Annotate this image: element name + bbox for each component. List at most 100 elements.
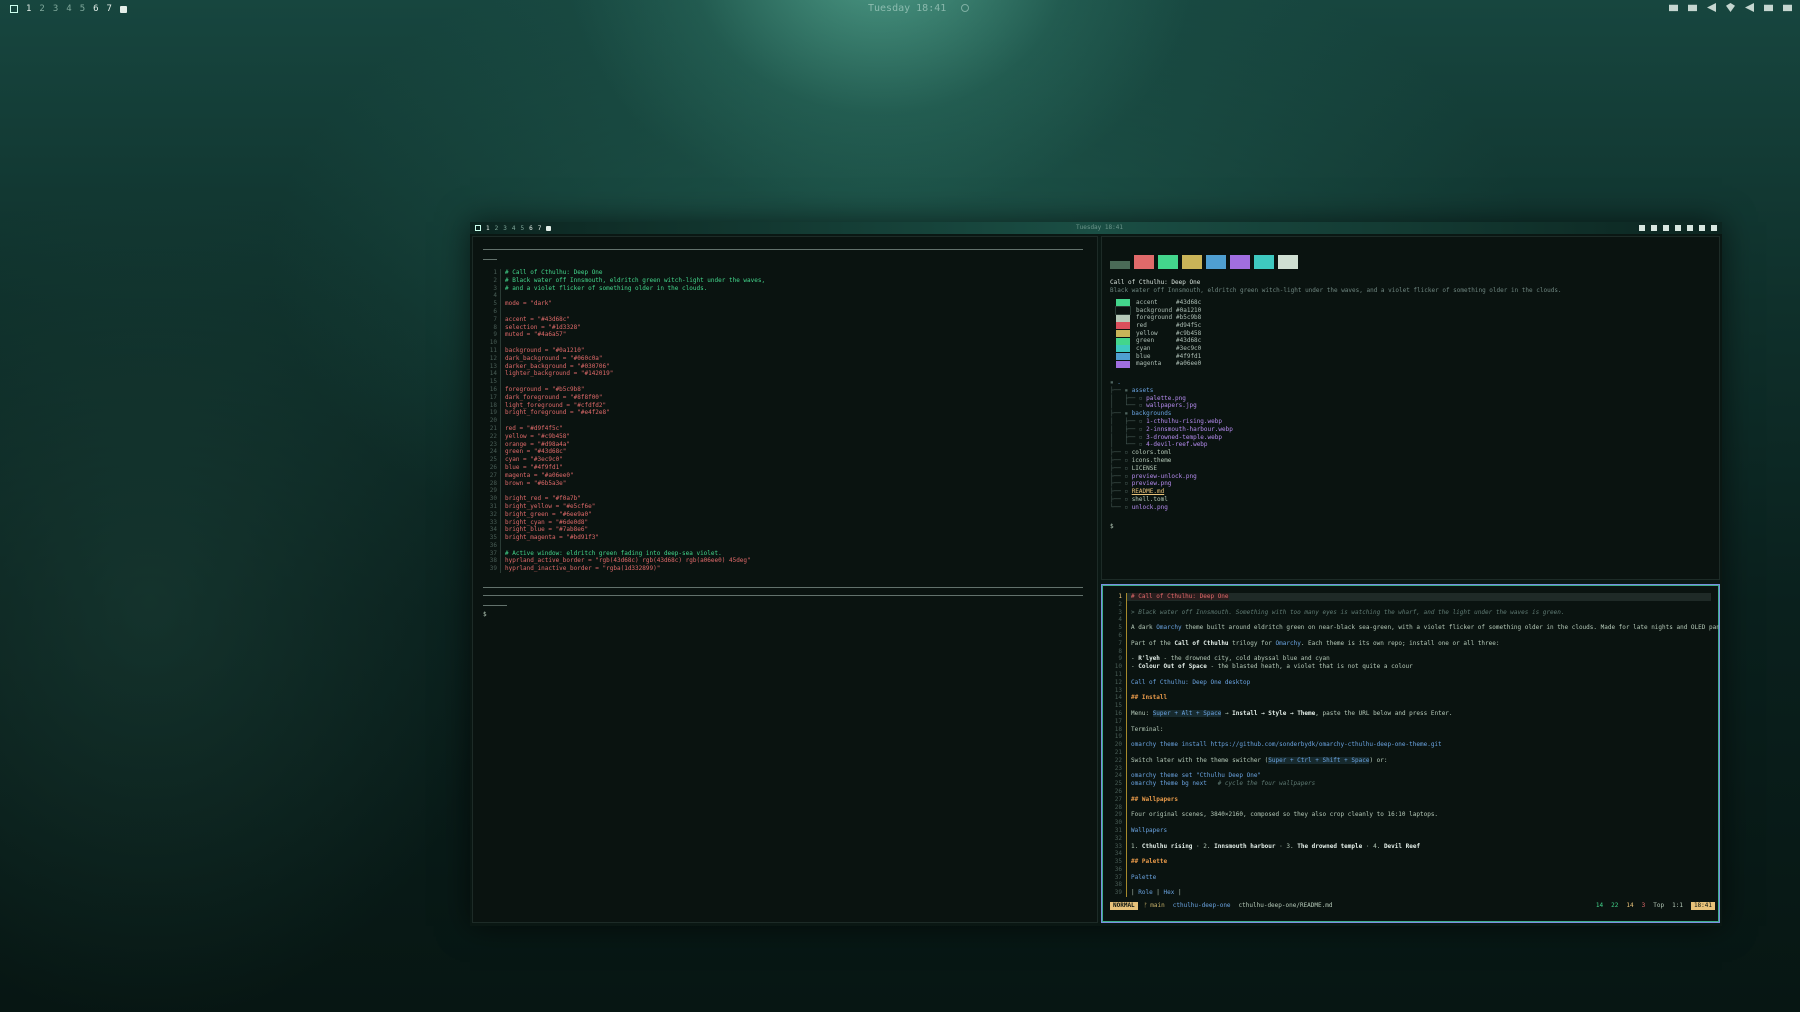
terminal-palette-preview[interactable]: Call of Cthulhu: Deep One Black water of… — [1101, 236, 1720, 580]
line-number: 2 — [1118, 600, 1122, 608]
line-number: 38 — [489, 557, 497, 565]
tree-entry[interactable]: ├── ▫ colors.toml — [1110, 449, 1233, 457]
tree-entry[interactable]: │ ├── ▫ 1-cthulhu-rising.webp — [1110, 418, 1233, 426]
code-line: 33 bright_cyan = "#6de0d8" — [483, 518, 765, 527]
line-number: 8 — [1118, 647, 1122, 655]
tree-branch: ├── ▪ — [1110, 410, 1132, 418]
line-text: light_foreground = "#cfdfd2" — [500, 401, 606, 410]
workspace-3[interactable]: 3 — [53, 4, 58, 14]
line-number: 38 — [1114, 881, 1122, 889]
cloud-icon[interactable] — [1688, 4, 1697, 12]
line-text: lighter_background = "#142019" — [500, 370, 613, 379]
palette-role: background — [1136, 306, 1173, 314]
tree-entry[interactable]: ├── ▫ shell.toml — [1110, 496, 1233, 504]
inner-workspace-2[interactable]: 2 — [495, 225, 499, 232]
inner-workspace-7[interactable]: 7 — [538, 225, 542, 232]
line-number: 25 — [1114, 780, 1122, 788]
tree-entry[interactable]: ├── ▫ LICENSE — [1110, 465, 1233, 473]
inner-workspace-6[interactable]: 6 — [529, 225, 533, 232]
workspace-7[interactable]: 7 — [107, 4, 112, 14]
top-bar: 1 2 3 4 5 6 7 Tuesday 18:41 — [0, 0, 1800, 18]
clock[interactable]: Tuesday 18:41 — [868, 3, 946, 14]
code-line: 14 lighter_background = "#142019" — [483, 370, 765, 379]
tree-entry[interactable]: └── ▫ unlock.png — [1110, 504, 1233, 512]
palette-row: foreground #b5c9b8 — [1116, 314, 1201, 322]
inner-clock[interactable]: Tuesday 18:41 — [1076, 224, 1123, 231]
line-text: cyan = "#3ec9c0" — [500, 456, 563, 464]
inner-wifi-icon[interactable] — [1675, 225, 1681, 231]
shell-prompt[interactable]: $ — [483, 611, 487, 619]
workspace-5[interactable]: 5 — [80, 4, 85, 14]
tree-entry[interactable]: ├── ▪ backgrounds — [1110, 410, 1233, 418]
inner-display-icon[interactable] — [1699, 225, 1705, 231]
inner-screenshot-icon[interactable] — [1639, 225, 1645, 231]
battery-icon[interactable] — [1783, 4, 1792, 12]
terminal-colors-toml[interactable]: 1 # Call of Cthulhu: Deep One 2 # Black wat… — [472, 236, 1098, 923]
bluetooth-icon[interactable] — [1707, 3, 1716, 12]
tree-entry[interactable]: ├── ▫ preview.png — [1110, 480, 1233, 488]
active-workspace-indicator-icon — [119, 5, 127, 13]
tree-entry[interactable]: │ └── ▫ 4-devil-reef.webp — [1110, 441, 1233, 449]
readme-buffer[interactable]: 1 # Call of Cthulhu: Deep One 2 3 > Black wa… — [1110, 593, 1719, 898]
inner-active-indicator-icon — [546, 225, 552, 231]
line-number: 12 — [489, 354, 497, 362]
color-swatch — [1134, 255, 1154, 269]
editor-line: 31 Wallpapers — [1110, 826, 1719, 835]
inner-workspace-3[interactable]: 3 — [503, 225, 507, 232]
text-span: # Call of Cthulhu: Deep One — [1131, 593, 1229, 600]
workspace-1[interactable]: 1 — [26, 4, 31, 14]
inner-workspace-4[interactable]: 4 — [512, 225, 516, 232]
tree-entry[interactable]: ├── ▫ icons.theme — [1110, 457, 1233, 465]
display-icon[interactable] — [1764, 4, 1773, 12]
palette-hex: #43d68c — [1176, 337, 1202, 345]
code-line: 36 — [483, 541, 765, 550]
code-line: 18 light_foreground = "#cfdfd2" — [483, 401, 765, 410]
text-span: · 3. — [1275, 842, 1298, 850]
system-tray — [1669, 3, 1792, 12]
workspace-6[interactable]: 6 — [93, 4, 98, 14]
inner-bluetooth-icon[interactable] — [1663, 225, 1669, 231]
tree-entry[interactable]: ├── ▪ assets — [1110, 387, 1233, 395]
inner-workspace-1[interactable]: 1 — [486, 225, 490, 232]
tree-branch: ├── ▫ — [1110, 449, 1132, 457]
workspace-2[interactable]: 2 — [39, 4, 44, 14]
inner-launcher-icon[interactable] — [475, 225, 481, 231]
workspace-4[interactable]: 4 — [66, 4, 71, 14]
line-text: background = "#0a1210" — [500, 346, 584, 355]
tree-entry[interactable]: │ ├── ▫ 2-innsmouth-harbour.webp — [1110, 426, 1233, 434]
palette-swatch — [1116, 330, 1130, 338]
tree-name: assets — [1131, 386, 1154, 394]
tree-entry[interactable]: ▪ . — [1110, 379, 1233, 387]
line-text: # and a violet flicker of something olde… — [500, 284, 707, 293]
code-line: 2 # Black water off Innsmouth, eldritch g… — [483, 276, 765, 285]
divider — [483, 259, 497, 260]
scroll-position: Top — [1653, 902, 1665, 910]
palette-row: magenta #a06ee0 — [1116, 360, 1201, 369]
editor-line: 23 — [1110, 764, 1719, 773]
palette-role: blue — [1136, 352, 1151, 360]
shell-prompt[interactable]: $ — [1110, 523, 1114, 531]
screenshot-icon[interactable] — [1669, 4, 1678, 12]
volume-icon[interactable] — [1745, 3, 1754, 12]
editor-line: 6 — [1110, 631, 1719, 640]
line-number: 3 — [493, 284, 497, 292]
inner-cloud-icon[interactable] — [1651, 225, 1657, 231]
wifi-icon[interactable] — [1726, 3, 1735, 12]
editor-line: 32 — [1110, 834, 1719, 843]
code-line: 15 — [483, 378, 765, 386]
line-text — [1126, 686, 1131, 695]
code-line: 37 # Active window: eldritch green fading… — [483, 549, 765, 558]
line-number: 17 — [1114, 717, 1122, 725]
line-text — [500, 487, 505, 496]
inner-volume-icon[interactable] — [1687, 225, 1693, 231]
palette-hex: #b5c9b8 — [1176, 314, 1202, 322]
tree-name: backgrounds — [1131, 410, 1172, 418]
tree-entry[interactable]: ├── ▫ README.md — [1110, 488, 1233, 496]
launcher-icon[interactable] — [10, 5, 18, 13]
weather-icon[interactable] — [961, 4, 969, 12]
line-text: bright_cyan = "#6de0d8" — [500, 518, 588, 527]
inner-battery-icon[interactable] — [1711, 225, 1717, 231]
inner-workspace-5[interactable]: 5 — [521, 225, 525, 232]
line-text — [500, 417, 505, 425]
neovim-readme-editor[interactable]: 1 # Call of Cthulhu: Deep One 2 3 > Black wa… — [1101, 584, 1720, 923]
